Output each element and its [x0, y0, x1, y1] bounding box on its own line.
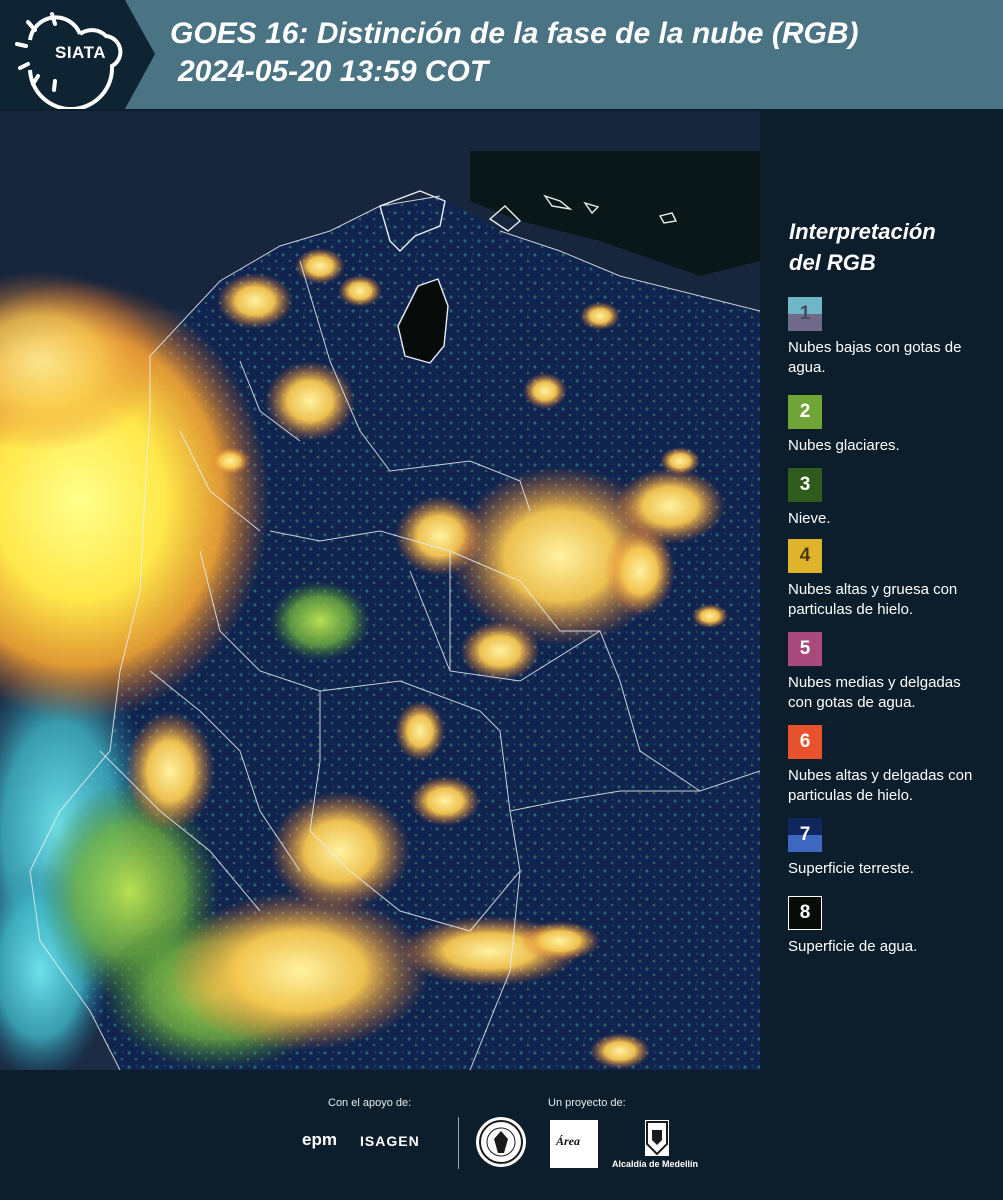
legend-item-6: 6 Nubes altas y delgadas con particulas … [788, 725, 998, 806]
siata-logo: SIATA [0, 0, 155, 109]
legend-label-2: Nubes glaciares. [788, 437, 900, 454]
legend-swatch-1: 1 [788, 297, 822, 331]
legend-label-8: Superficie de agua. [788, 938, 918, 955]
isagen-logo: ISAGEN [360, 1133, 420, 1149]
legend-item-3: 3 Nieve. [788, 468, 998, 529]
header-bar: SIATA GOES 16: Distinción de la fase de … [0, 0, 1003, 109]
alcaldia-shield-icon [645, 1120, 669, 1156]
legend-swatch-6: 6 [788, 725, 822, 759]
legend-swatch-3: 3 [788, 468, 822, 502]
alcaldia-medellin-text: Alcaldía de Medellín [612, 1159, 699, 1169]
legend-item-4: 4 Nubes altas y gruesa con particulas de… [788, 539, 998, 620]
epm-logo: epm [302, 1130, 337, 1149]
legend-label-5: Nubes medias y delgadas con gotas de agu… [788, 674, 961, 711]
legend-item-1: 1 Nubes bajas con gotas de agua. [788, 297, 998, 378]
legend-number-6: 6 [799, 731, 811, 752]
legend-number-8: 8 [799, 902, 811, 923]
legend-number-2: 2 [799, 401, 811, 422]
legend-item-2: 2 Nubes glaciares. [788, 395, 998, 456]
legend-label-4: Nubes altas y gruesa con particulas de h… [788, 581, 958, 618]
support-label: Con el apoyo de: [328, 1097, 412, 1109]
legend-item-5: 5 Nubes medias y delgadas con gotas de a… [788, 632, 998, 713]
legend-label-1: Nubes bajas con gotas de agua. [788, 339, 962, 376]
legend-title-line1: Interpretación [789, 219, 936, 244]
legend-number-3: 3 [799, 474, 811, 495]
legend-swatch-4: 4 [788, 539, 822, 573]
legend-label-7: Superficie terreste. [788, 860, 914, 877]
university-seal-icon [476, 1117, 526, 1167]
siata-logo-text: SIATA [55, 43, 106, 62]
legend-swatch-7: 7 [788, 818, 822, 852]
legend-swatch-5: 5 [788, 632, 822, 666]
legend-swatch-8: 8 [788, 896, 822, 930]
legend-label-6: Nubes altas y delgadas con particulas de… [788, 767, 973, 804]
legend-number-1: 1 [799, 303, 811, 324]
legend-item-7: 7 Superficie terreste. [788, 818, 998, 879]
page-timestamp: 2024-05-20 13:59 COT [178, 55, 489, 88]
page-title: GOES 16: Distinción de la fase de la nub… [170, 17, 859, 50]
legend-number-7: 7 [799, 824, 811, 845]
area-metropolitana-text: Área [556, 1134, 580, 1148]
footer-divider [458, 1117, 459, 1169]
project-label: Un proyecto de: [548, 1097, 626, 1109]
footer: Con el apoyo de: Un proyecto de: epm ISA… [0, 1070, 1003, 1200]
legend-title-line2: del RGB [789, 250, 876, 275]
legend-swatch-2: 2 [788, 395, 822, 429]
legend-number-5: 5 [799, 638, 811, 659]
legend-number-4: 4 [799, 545, 811, 566]
legend-label-3: Nieve. [788, 510, 831, 527]
legend-item-8: 8 Superficie de agua. [788, 896, 998, 957]
rgb-legend-panel: Interpretación del RGB 1 Nubes bajas con… [760, 111, 1003, 1070]
satellite-rgb-map [0, 111, 760, 1070]
legend-title: Interpretación del RGB [789, 216, 989, 278]
